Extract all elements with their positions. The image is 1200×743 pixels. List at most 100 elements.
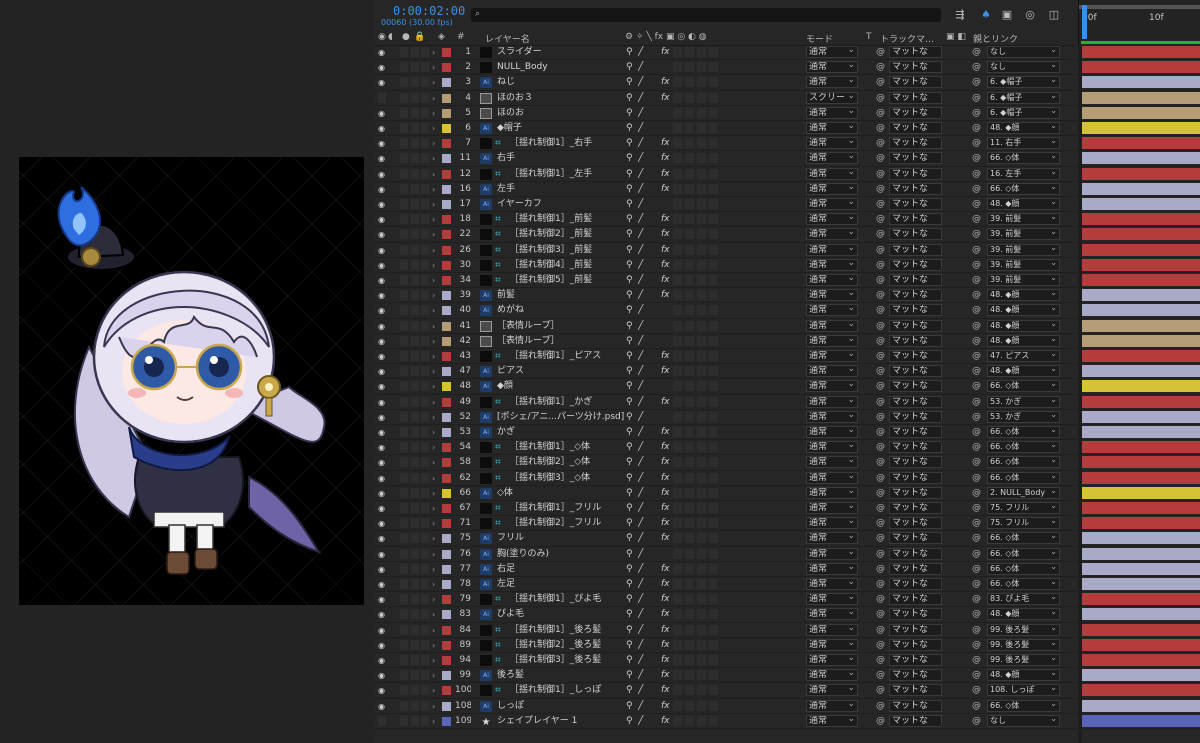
label-color-swatch[interactable] — [442, 382, 451, 392]
frame-blend-switch[interactable] — [673, 259, 682, 270]
blend-mode-select[interactable]: 通常 — [806, 578, 858, 590]
solo-toggle[interactable] — [400, 290, 408, 301]
3d-layer-switch[interactable] — [709, 259, 718, 270]
eye-icon[interactable]: ◉ — [378, 684, 388, 697]
chevron-right-icon[interactable]: › — [432, 335, 438, 348]
frame-blend-switch[interactable] — [673, 275, 682, 285]
frame-blend-icon[interactable]: ▣ — [1000, 8, 1014, 22]
shy-toggle[interactable] — [421, 609, 429, 620]
label-color-swatch[interactable] — [442, 534, 451, 544]
3d-layer-switch[interactable] — [709, 411, 718, 422]
solo-toggle[interactable] — [400, 503, 408, 513]
spiral-icon[interactable]: @ — [876, 365, 886, 378]
spiral-icon[interactable]: @ — [972, 669, 982, 682]
eye-icon[interactable]: ◉ — [378, 183, 388, 196]
eye-icon[interactable]: ◉ — [378, 335, 388, 348]
spiral-icon[interactable]: @ — [972, 517, 982, 530]
chevron-right-icon[interactable]: › — [432, 304, 438, 317]
eye-icon[interactable]: ◉ — [378, 380, 388, 393]
shy-icon[interactable]: ⚲ — [626, 183, 636, 196]
lock-toggle[interactable] — [411, 62, 419, 73]
track-matte-select[interactable]: マットな — [889, 106, 942, 119]
motion-blur-switch[interactable] — [685, 335, 694, 346]
motion-blur-switch[interactable] — [685, 715, 694, 726]
blend-mode-select[interactable]: 通常 — [806, 137, 858, 150]
adjustment-switch[interactable] — [697, 381, 706, 392]
parent-select[interactable]: 66. ◇体 — [987, 471, 1060, 484]
parent-select[interactable]: 66. ◇体 — [987, 578, 1060, 590]
eye-icon[interactable]: ◉ — [378, 244, 388, 257]
track-matte-select[interactable]: マットな — [889, 61, 942, 74]
adjustment-switch[interactable] — [697, 457, 706, 468]
adjustment-switch[interactable] — [697, 290, 706, 301]
fx-icon[interactable]: fx — [661, 654, 671, 667]
fx-icon[interactable]: fx — [661, 624, 671, 637]
track-matte-select[interactable]: マットな — [889, 213, 942, 226]
shy-toggle[interactable] — [421, 366, 429, 377]
eye-icon[interactable]: ◉ — [378, 593, 388, 606]
layer-row[interactable]: ›109★シェイプレイヤー 1⚲╱fx通常@マットな@なし — [375, 714, 1200, 729]
parent-select[interactable]: なし — [987, 714, 1060, 727]
layer-name[interactable]: イヤーカフ — [497, 198, 625, 211]
lock-toggle[interactable] — [411, 609, 419, 620]
chevron-right-icon[interactable]: › — [432, 441, 438, 454]
spiral-icon[interactable]: @ — [972, 76, 982, 89]
layer-row[interactable]: ◉›78Ai左足⚲╱fx通常@マットな@66. ◇体 — [375, 577, 1200, 593]
shy-toggle[interactable] — [421, 624, 429, 635]
3d-layer-switch[interactable] — [709, 138, 718, 149]
shy-icon[interactable]: ⚲ — [626, 213, 636, 226]
composition-canvas[interactable] — [19, 157, 364, 605]
label-color-swatch[interactable] — [442, 306, 451, 316]
blend-mode-select[interactable]: 通常 — [806, 243, 858, 256]
fx-icon[interactable]: fx — [661, 639, 671, 652]
quality-slash-icon[interactable]: ╱ — [638, 380, 646, 393]
layer-duration-bar[interactable] — [1082, 228, 1200, 241]
layer-row[interactable]: ◉›66Ai◇体⚲╱fx通常@マットな@2. NULL_Body — [375, 486, 1200, 501]
adjustment-switch[interactable] — [697, 183, 706, 194]
spiral-icon[interactable]: @ — [972, 654, 982, 667]
parent-select[interactable]: 6. ◆帽子 — [987, 106, 1060, 119]
fx-icon[interactable]: fx — [661, 46, 671, 59]
frame-blend-switch[interactable] — [673, 305, 682, 316]
motion-blur-switch[interactable] — [685, 199, 694, 209]
3d-layer-switch[interactable] — [709, 381, 718, 392]
parent-select[interactable]: 75. フリル — [987, 517, 1060, 530]
adjustment-switch[interactable] — [697, 47, 706, 57]
layer-duration-bar[interactable] — [1082, 152, 1200, 165]
spiral-icon[interactable]: @ — [972, 244, 982, 257]
layer-row[interactable]: ◉›43⌗［揺れ制御1］_ピアス⚲╱fx通常@マットな@47. ピアス — [375, 349, 1200, 365]
spiral-icon[interactable]: @ — [972, 532, 982, 545]
lock-toggle[interactable] — [411, 624, 419, 635]
layer-duration-bar[interactable] — [1082, 198, 1200, 210]
layer-row[interactable]: ◉›99Ai後ろ髪⚲╱fx通常@マットな@48. ◆顔 — [375, 668, 1200, 684]
frame-blend-switch[interactable] — [673, 107, 682, 118]
label-color-swatch[interactable] — [442, 154, 451, 164]
label-color-swatch[interactable] — [442, 549, 451, 559]
blend-mode-select[interactable]: 通常 — [806, 198, 858, 210]
label-color-swatch[interactable] — [442, 625, 451, 635]
layer-row[interactable]: ◉›53Aiかぎ⚲╱fx通常@マットな@66. ◇体 — [375, 425, 1200, 441]
parent-select[interactable]: 66. ◇体 — [987, 426, 1060, 438]
spiral-icon[interactable]: @ — [972, 107, 982, 120]
shy-icon[interactable]: ⚲ — [626, 487, 636, 500]
motion-blur-switch[interactable] — [685, 366, 694, 377]
track-matte-select[interactable]: マットな — [889, 669, 942, 682]
layer-row[interactable]: ◉›30⌗［揺れ制御4］_前髪⚲╱fx通常@マットな@39. 前髪 — [375, 258, 1200, 273]
solo-toggle[interactable] — [400, 123, 408, 133]
solo-toggle[interactable] — [400, 320, 408, 331]
spiral-icon[interactable]: @ — [876, 304, 886, 317]
shy-icon[interactable]: ⚲ — [626, 168, 636, 181]
shy-icon[interactable]: ⚲ — [626, 92, 636, 105]
tag-icon[interactable]: ◈ — [438, 32, 445, 42]
adjustment-switch[interactable] — [697, 427, 706, 437]
shy-icon[interactable]: ⚲ — [626, 472, 636, 485]
layer-row[interactable]: ◉›6Ai◆帽子⚲╱通常@マットな@48. ◆顔 — [375, 121, 1200, 137]
layer-duration-bar[interactable] — [1082, 46, 1200, 58]
motion-blur-switch[interactable] — [685, 457, 694, 468]
solo-toggle[interactable] — [400, 229, 408, 240]
motion-blur-switch[interactable] — [685, 92, 694, 103]
spiral-icon[interactable]: @ — [972, 259, 982, 272]
layer-row[interactable]: ◉›79⌗［揺れ制御1］_ぴよ毛⚲╱fx通常@マットな@83. ぴよ毛 — [375, 592, 1200, 608]
layer-duration-bar[interactable] — [1082, 350, 1200, 362]
solo-toggle[interactable] — [400, 335, 408, 346]
